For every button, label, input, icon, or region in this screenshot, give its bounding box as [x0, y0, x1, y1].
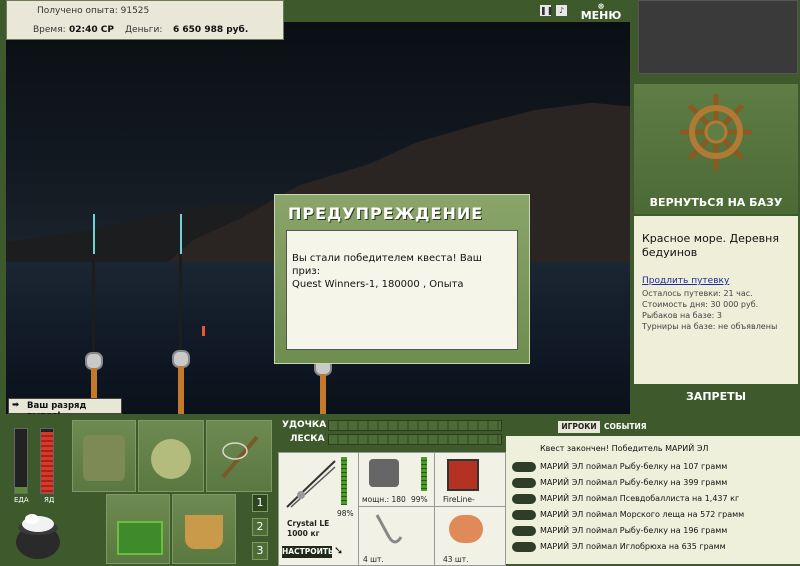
exp-value: 91525 [120, 6, 150, 16]
dialog-text-line: Вы стали победителем квеста! Ваш приз: [292, 253, 482, 277]
fish-icon [512, 494, 536, 504]
info-line: Рыбаков на базе: 3 [642, 311, 722, 320]
ship-wheel-icon [679, 93, 753, 171]
line-durability-bar [328, 434, 502, 445]
reel-slot[interactable]: мощн.: 180 99% [358, 452, 436, 508]
bait-count: 43 шт. [443, 555, 469, 564]
inventory-page-2[interactable]: 2 [252, 518, 268, 536]
dialog-text-line: Quest Winners-1, 180000 , Опыта [292, 279, 464, 290]
line-slot[interactable]: FireLine- [434, 452, 506, 508]
fish-icon [512, 462, 536, 472]
hook-count: 4 шт. [363, 555, 384, 564]
return-to-base-button[interactable]: ВЕРНУТЬСЯ НА БАЗУ [634, 196, 798, 214]
inventory-slot-tools[interactable] [206, 420, 272, 492]
base-panel [634, 84, 798, 214]
hook-icon [375, 514, 403, 544]
inventory-slot-bag[interactable] [138, 420, 204, 492]
poison-gauge-fill [41, 432, 53, 493]
fish-icon [512, 542, 536, 552]
inventory-page-3[interactable]: 3 [252, 542, 268, 560]
hook-slot[interactable]: 4 шт. [358, 506, 436, 566]
arrow-down-right-icon: ➘ [334, 544, 344, 557]
reel-percent: 99% [411, 495, 428, 504]
pause-icon[interactable]: ❚❚ [540, 5, 553, 16]
minimap[interactable] [638, 0, 798, 74]
basket-icon [117, 521, 163, 555]
line-name: FireLine- [443, 495, 475, 504]
rod-label: УДОЧКА [282, 420, 327, 430]
menu-button[interactable]: ☸ МЕНЮ [578, 2, 624, 22]
sound-icon[interactable]: ♪ [556, 5, 567, 16]
log-line: МАРИЙ ЭЛ поймал Рыбу-белку на 107 грамм [540, 462, 728, 471]
fish-icon [512, 526, 536, 536]
time-value: 02:40 СР [69, 25, 114, 35]
dialog-text: Вы стали победителем квеста! Ваш приз: Q… [292, 252, 512, 291]
inventory-slot-groundbait[interactable] [106, 494, 170, 564]
extend-permit-link[interactable]: Продлить путевку [642, 276, 729, 286]
inventory-slot-backpack[interactable] [72, 420, 136, 492]
rod-name: Crystal LE [287, 519, 330, 528]
reel-condition-bar [421, 457, 427, 491]
landing-net-icon [221, 435, 259, 479]
setup-button[interactable]: НАСТРОИТЬ [282, 546, 334, 558]
log-line: МАРИЙ ЭЛ поймал Рыбу-белку на 196 грамм [540, 526, 728, 535]
exp-label: Получено опыта: [37, 6, 118, 16]
arrow-right-icon: ➡ [12, 400, 20, 410]
fishing-line-icon [447, 459, 479, 491]
money-label: Деньги: [125, 25, 163, 35]
menu-label: МЕНЮ [580, 9, 622, 22]
log-line: МАРИЙ ЭЛ поймал Иглобрюха на 635 грамм [540, 542, 726, 551]
tab-events[interactable]: СОБЫТИЯ [604, 421, 647, 433]
time-label: Время: [33, 25, 66, 35]
info-line: Турниры на базе: не объявлены [642, 322, 778, 331]
rod-butt-2 [178, 366, 184, 414]
fish-icon [512, 478, 536, 488]
cauldron-icon[interactable] [10, 508, 66, 562]
moon-icon [285, 80, 303, 116]
dialog-title: ПРЕДУПРЕЖДЕНИЕ [288, 204, 484, 223]
rod-percent: 98% [337, 509, 354, 518]
log-line: МАРИЙ ЭЛ поймал Псевдобаллиста на 1,437 … [540, 494, 740, 503]
log-line: МАРИЙ ЭЛ поймал Морского леща на 572 гра… [540, 510, 745, 519]
poison-gauge [40, 428, 54, 494]
rank-toast[interactable]: ➡ Ваш разряд вырос! [8, 398, 122, 421]
info-line: Стоимость дня: 30 000 руб. [642, 300, 759, 309]
rod-capacity: 1000 кг [287, 529, 320, 538]
reel-power: мощн.: 180 [362, 495, 406, 504]
bucket-icon [185, 515, 223, 549]
rod-butt-3 [320, 374, 326, 414]
food-gauge-fill [15, 487, 27, 493]
inventory-slot-bucket[interactable] [172, 494, 236, 564]
info-line: Осталось путевки: 21 час. [642, 289, 753, 298]
food-gauge [14, 428, 28, 494]
rod-2[interactable] [179, 254, 182, 352]
shrimp-icon [449, 515, 483, 543]
log-header: Квест закончен! Победитель МАРИЙ ЭЛ [540, 444, 709, 453]
food-label: ЕДА [14, 496, 29, 504]
tab-players[interactable]: ИГРОКИ [558, 421, 600, 433]
bait-slot[interactable]: 43 шт. [434, 506, 506, 566]
reel-icon [369, 459, 399, 487]
location-name: Красное море. Деревня бедуинов [642, 232, 779, 259]
inventory-page-1[interactable]: 1 [252, 494, 268, 512]
rod-durability-bar [328, 420, 502, 431]
log-line: МАРИЙ ЭЛ поймал Рыбу-белку на 399 грамм [540, 478, 728, 487]
money-value: 6 650 988 руб. [173, 25, 249, 35]
stats-panel: Получено опыта: 91525 Время: 02:40 СР Де… [6, 0, 284, 40]
rod-condition-bar [341, 457, 347, 505]
rod-tip-2 [180, 214, 182, 254]
sack-icon [151, 439, 191, 479]
rod-tip-1 [93, 214, 95, 254]
rod-icon [286, 460, 336, 508]
rod-1[interactable] [92, 254, 95, 354]
backpack-icon [83, 435, 125, 481]
float-icon [202, 326, 205, 336]
poison-label: ЯД [44, 496, 55, 504]
line-label: ЛЕСКА [290, 434, 325, 444]
bans-button[interactable]: ЗАПРЕТЫ [634, 390, 798, 408]
fish-icon [512, 510, 536, 520]
